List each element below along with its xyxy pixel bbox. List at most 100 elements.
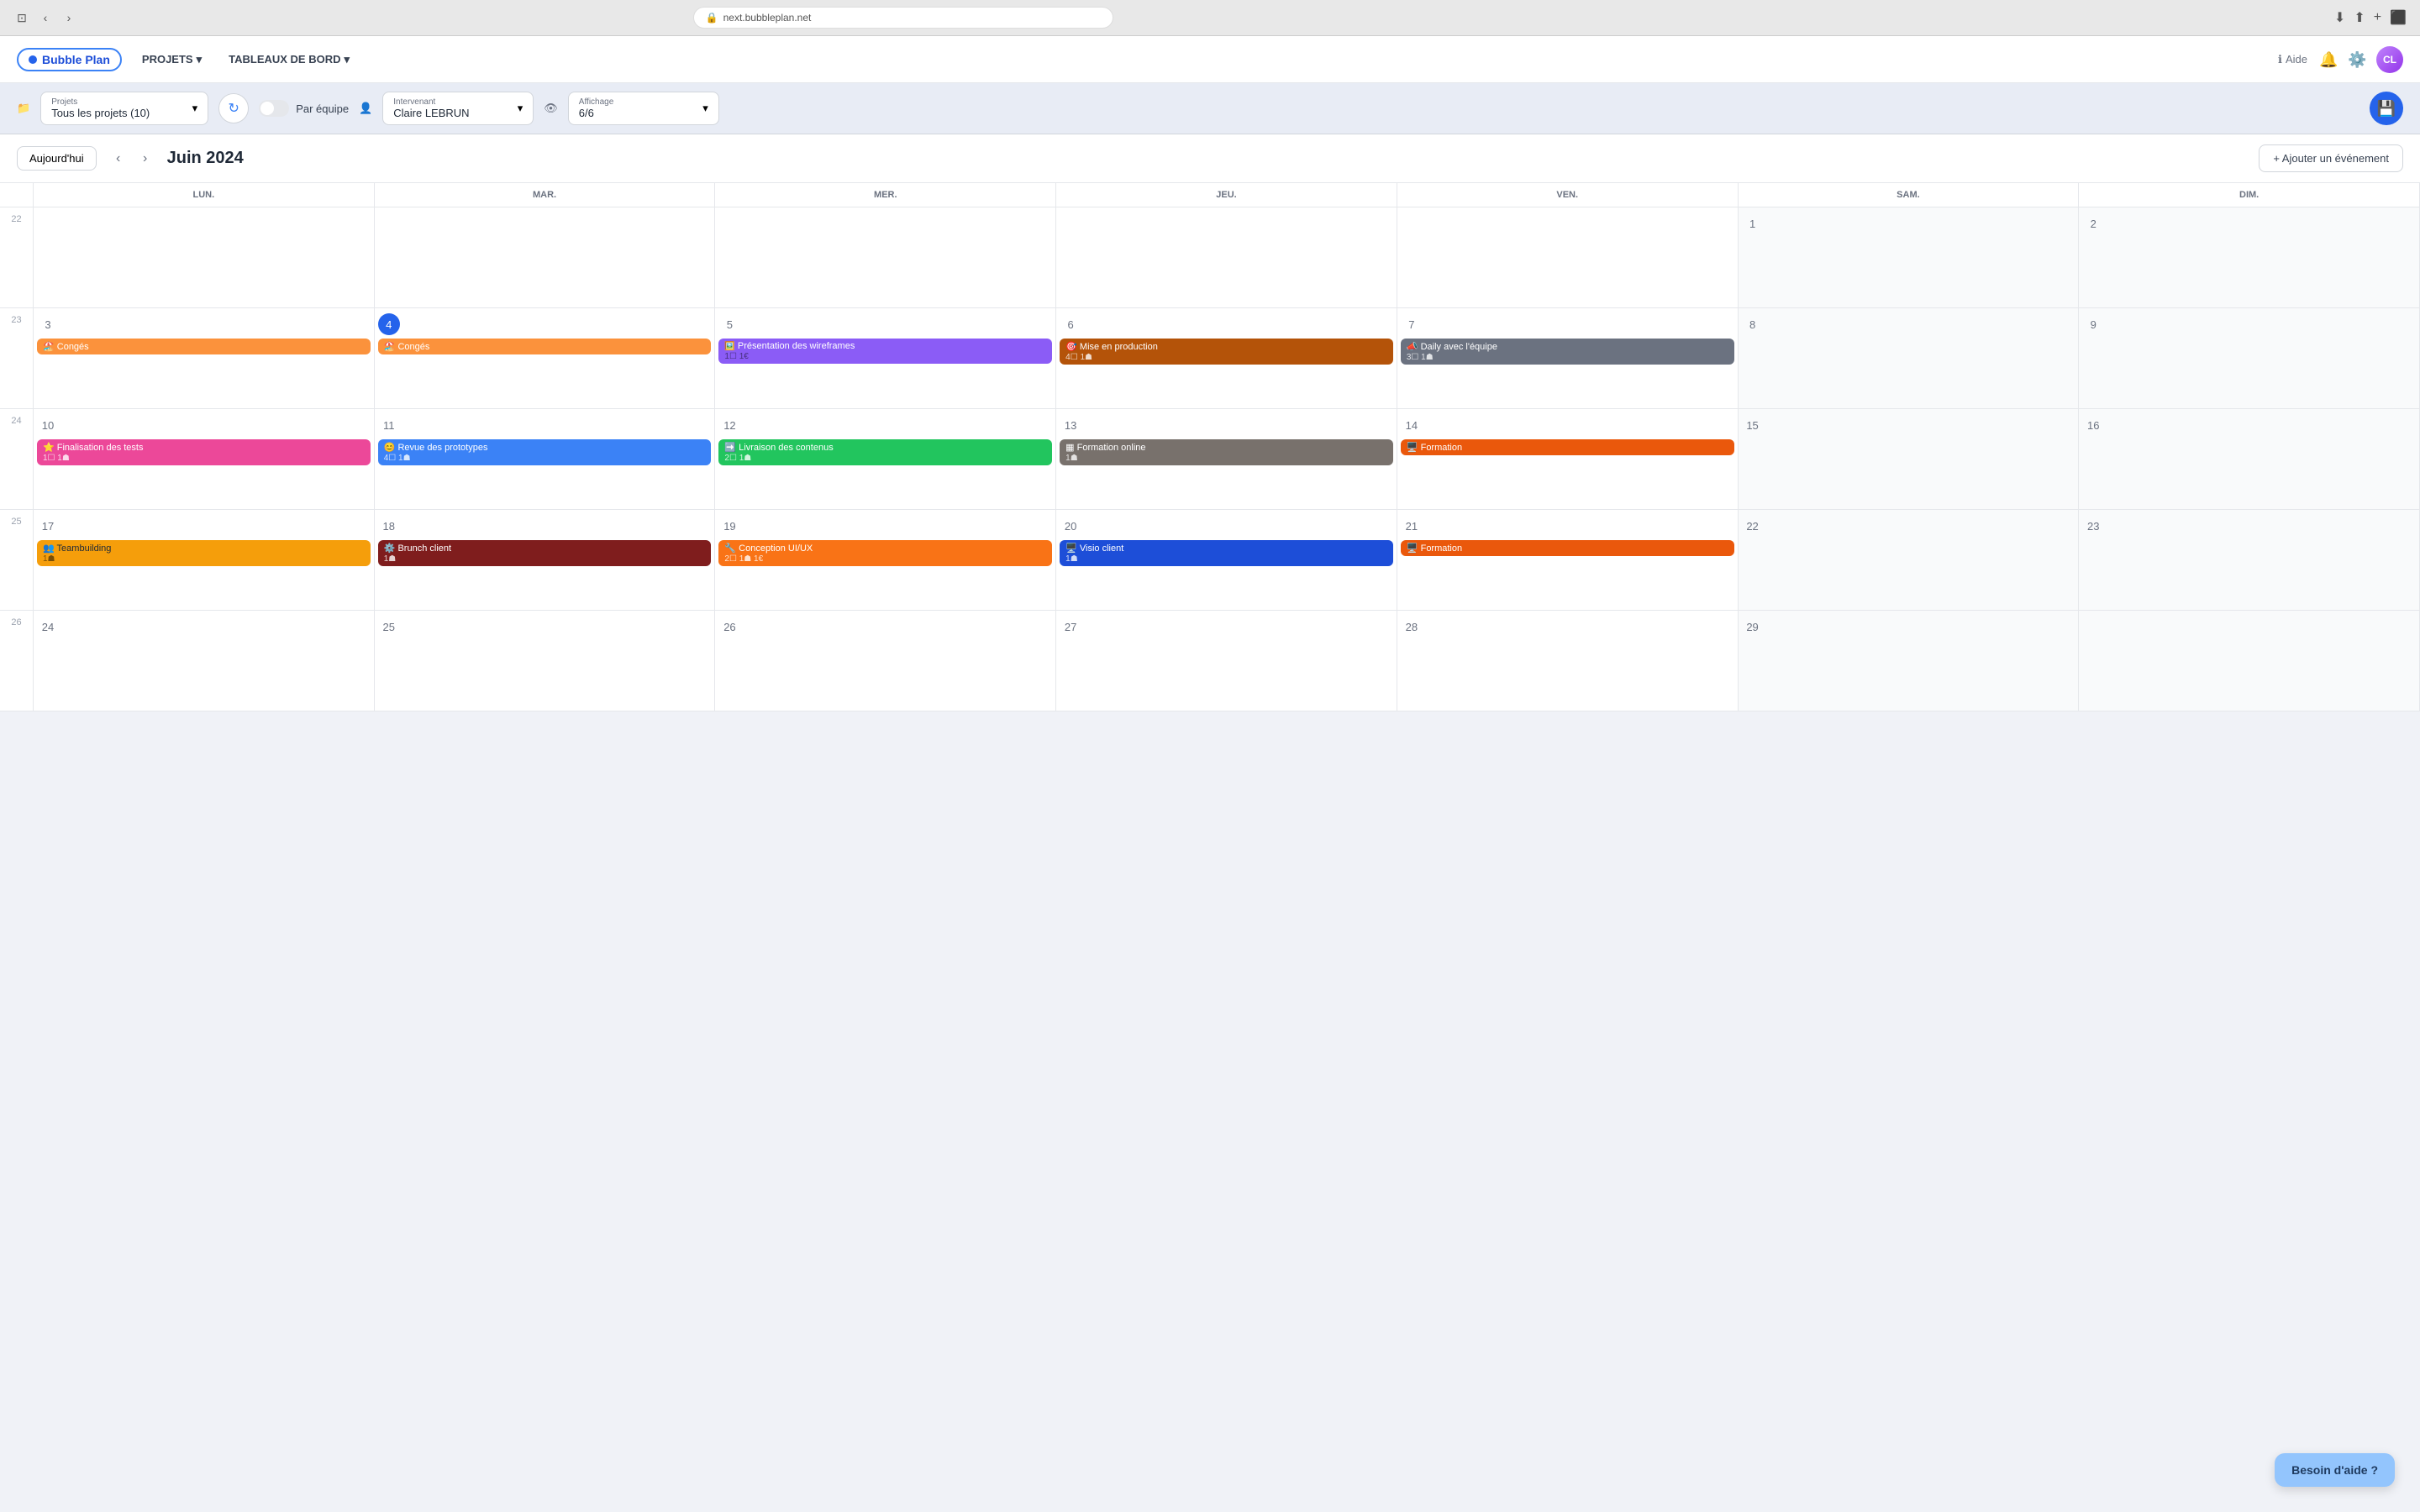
- help-btn[interactable]: ℹ Aide: [2278, 53, 2307, 66]
- affichage-selector[interactable]: Affichage 6/6 ▾: [568, 92, 719, 125]
- day-cell-11[interactable]: 11 😊 Revue des prototypes 4☐ 1☗: [375, 409, 716, 510]
- today-btn[interactable]: Aujourd'hui: [17, 146, 97, 171]
- event-presentation[interactable]: 🖼️ Présentation des wireframes 1☐ 1€: [718, 339, 1052, 364]
- day-header-mer: MER.: [715, 183, 1056, 207]
- day-cell-26[interactable]: 26: [715, 611, 1056, 711]
- toolbar: 📁 Projets Tous les projets (10) ▾ ↻ Par …: [0, 83, 2420, 134]
- day-cell-dim22[interactable]: 2: [2079, 207, 2420, 308]
- livraison-meta: 2☐ 1☗: [724, 454, 1046, 463]
- event-teambuilding[interactable]: 👥 Teambuilding 1☗: [37, 540, 371, 566]
- day-cell-lun22[interactable]: [34, 207, 375, 308]
- mise-meta: 4☐ 1☗: [1065, 353, 1387, 362]
- day-cell-7[interactable]: 7 📣 Daily avec l'équipe 3☐ 1☗: [1397, 308, 1739, 409]
- day-cell-mar22[interactable]: [375, 207, 716, 308]
- windows-btn[interactable]: ⬛: [2390, 9, 2407, 26]
- day-cell-24[interactable]: 24: [34, 611, 375, 711]
- day-cell-sam22[interactable]: 1: [1739, 207, 2080, 308]
- day-cell-21[interactable]: 21 🖥️ Formation: [1397, 510, 1739, 611]
- day-cell-23[interactable]: 23: [2079, 510, 2420, 611]
- back-btn[interactable]: ‹: [37, 9, 54, 26]
- daily-meta: 3☐ 1☗: [1407, 353, 1728, 362]
- day-cell-6[interactable]: 6 🎯 Mise en production 4☐ 1☗: [1056, 308, 1397, 409]
- par-equipe-group: Par équipe: [259, 100, 349, 117]
- forward-btn[interactable]: ›: [60, 9, 77, 26]
- day-cell-16[interactable]: 16: [2079, 409, 2420, 510]
- calendar-title: Juin 2024: [167, 149, 244, 168]
- event-formation-1[interactable]: 🖥️ Formation: [1401, 439, 1734, 455]
- day-cell-15[interactable]: 15: [1739, 409, 2080, 510]
- day-cell-25[interactable]: 25: [375, 611, 716, 711]
- notifications-btn[interactable]: 🔔: [2319, 51, 2336, 68]
- day-cell-27[interactable]: 27: [1056, 611, 1397, 711]
- event-brunch[interactable]: ⚙️ Brunch client 1☗: [378, 540, 712, 566]
- download-btn[interactable]: ⬇: [2334, 9, 2345, 26]
- conception-meta: 2☐ 1☗ 1€: [724, 554, 1046, 564]
- day-cell-5[interactable]: 5 🖼️ Présentation des wireframes 1☐ 1€: [715, 308, 1056, 409]
- day-cell-9[interactable]: 9: [2079, 308, 2420, 409]
- event-conges-tue[interactable]: 🏖️ Congés: [378, 339, 712, 354]
- event-visio[interactable]: 🖥️ Visio client 1☗: [1060, 540, 1393, 566]
- event-finalisation[interactable]: ⭐ Finalisation des tests 1☐ 1☗: [37, 439, 371, 465]
- day-cell-19[interactable]: 19 🔧 Conception UI/UX 2☐ 1☗ 1€: [715, 510, 1056, 611]
- help-bubble[interactable]: Besoin d'aide ?: [2275, 1453, 2395, 1487]
- prev-month-btn[interactable]: ‹: [107, 147, 130, 171]
- calendar-grid: LUN. MAR. MER. JEU. VEN. SAM. DIM.: [0, 183, 2420, 207]
- new-tab-btn[interactable]: +: [2374, 10, 2381, 25]
- day-cell-10[interactable]: 10 ⭐ Finalisation des tests 1☐ 1☗: [34, 409, 375, 510]
- day-cell-jeu22[interactable]: [1056, 207, 1397, 308]
- nav-arrows: ‹ ›: [107, 147, 157, 171]
- folder-icon: 📁: [17, 102, 30, 115]
- day-cell-3[interactable]: 3 🏖️ Congés: [34, 308, 375, 409]
- day-cell-4[interactable]: 4 🏖️ Congés: [375, 308, 716, 409]
- brunch-meta: 1☗: [384, 554, 706, 564]
- save-btn[interactable]: 💾: [2370, 92, 2403, 125]
- settings-btn[interactable]: ⚙️: [2348, 51, 2365, 68]
- day-cell-mer22[interactable]: [715, 207, 1056, 308]
- day-cell-20[interactable]: 20 🖥️ Visio client 1☗: [1056, 510, 1397, 611]
- day-cell-22[interactable]: 22: [1739, 510, 2080, 611]
- day-cell-30[interactable]: [2079, 611, 2420, 711]
- add-event-btn[interactable]: + Ajouter un événement: [2259, 144, 2403, 172]
- presentation-icon: 🖼️: [724, 342, 734, 351]
- day-cell-29[interactable]: 29: [1739, 611, 2080, 711]
- revue-icon: 😊: [384, 443, 396, 453]
- day-cell-28[interactable]: 28: [1397, 611, 1739, 711]
- logo[interactable]: Bubble Plan: [17, 48, 122, 71]
- next-month-btn[interactable]: ›: [134, 147, 157, 171]
- day-cell-18[interactable]: 18 ⚙️ Brunch client 1☗: [375, 510, 716, 611]
- brunch-icon: ⚙️: [384, 543, 396, 554]
- day-cell-8[interactable]: 8: [1739, 308, 2080, 409]
- day-cell-13[interactable]: 13 ▦ Formation online 1☗: [1056, 409, 1397, 510]
- event-livraison[interactable]: ➡️ Livraison des contenus 2☐ 1☗: [718, 439, 1052, 465]
- intervenant-selector[interactable]: Intervenant Claire LEBRUN ▾: [382, 92, 534, 125]
- day-cell-ven22[interactable]: [1397, 207, 1739, 308]
- share-btn[interactable]: ⬆: [2354, 9, 2365, 26]
- event-conges-mon[interactable]: 🏖️ Congés: [37, 339, 371, 354]
- week-num-26: 26: [0, 611, 34, 711]
- event-revue[interactable]: 😊 Revue des prototypes 4☐ 1☗: [378, 439, 712, 465]
- event-mise-production[interactable]: 🎯 Mise en production 4☐ 1☗: [1060, 339, 1393, 365]
- day-cell-17[interactable]: 17 👥 Teambuilding 1☗: [34, 510, 375, 611]
- help-icon: ℹ: [2278, 53, 2282, 66]
- projects-selector[interactable]: Projets Tous les projets (10) ▾: [40, 92, 208, 125]
- event-conception[interactable]: 🔧 Conception UI/UX 2☐ 1☗ 1€: [718, 540, 1052, 566]
- day-cell-12[interactable]: 12 ➡️ Livraison des contenus 2☐ 1☗: [715, 409, 1056, 510]
- day-cell-14[interactable]: 14 🖥️ Formation: [1397, 409, 1739, 510]
- avatar[interactable]: CL: [2376, 46, 2403, 73]
- nav-tableaux[interactable]: TABLEAUX DE BORD ▾: [222, 50, 356, 70]
- intervenant-chevron: ▾: [518, 102, 523, 115]
- calendar-header: Aujourd'hui ‹ › Juin 2024 + Ajouter un é…: [0, 134, 2420, 183]
- nav-projets[interactable]: PROJETS ▾: [135, 50, 208, 70]
- visio-meta: 1☗: [1065, 554, 1387, 564]
- event-formation-2[interactable]: 🖥️ Formation: [1401, 540, 1734, 556]
- revue-meta: 4☐ 1☗: [384, 454, 706, 463]
- refresh-btn[interactable]: ↻: [218, 93, 249, 123]
- event-daily[interactable]: 📣 Daily avec l'équipe 3☐ 1☗: [1401, 339, 1734, 365]
- person-icon: 👤: [359, 102, 372, 115]
- url-bar[interactable]: 🔒 next.bubbleplan.net: [693, 7, 1113, 29]
- par-equipe-toggle[interactable]: [259, 100, 289, 117]
- sidebar-toggle-btn[interactable]: ⊡: [13, 9, 30, 26]
- teambuilding-icon: 👥: [43, 543, 55, 554]
- presentation-meta: 1☐ 1€: [724, 352, 1046, 361]
- event-formation-online[interactable]: ▦ Formation online 1☗: [1060, 439, 1393, 465]
